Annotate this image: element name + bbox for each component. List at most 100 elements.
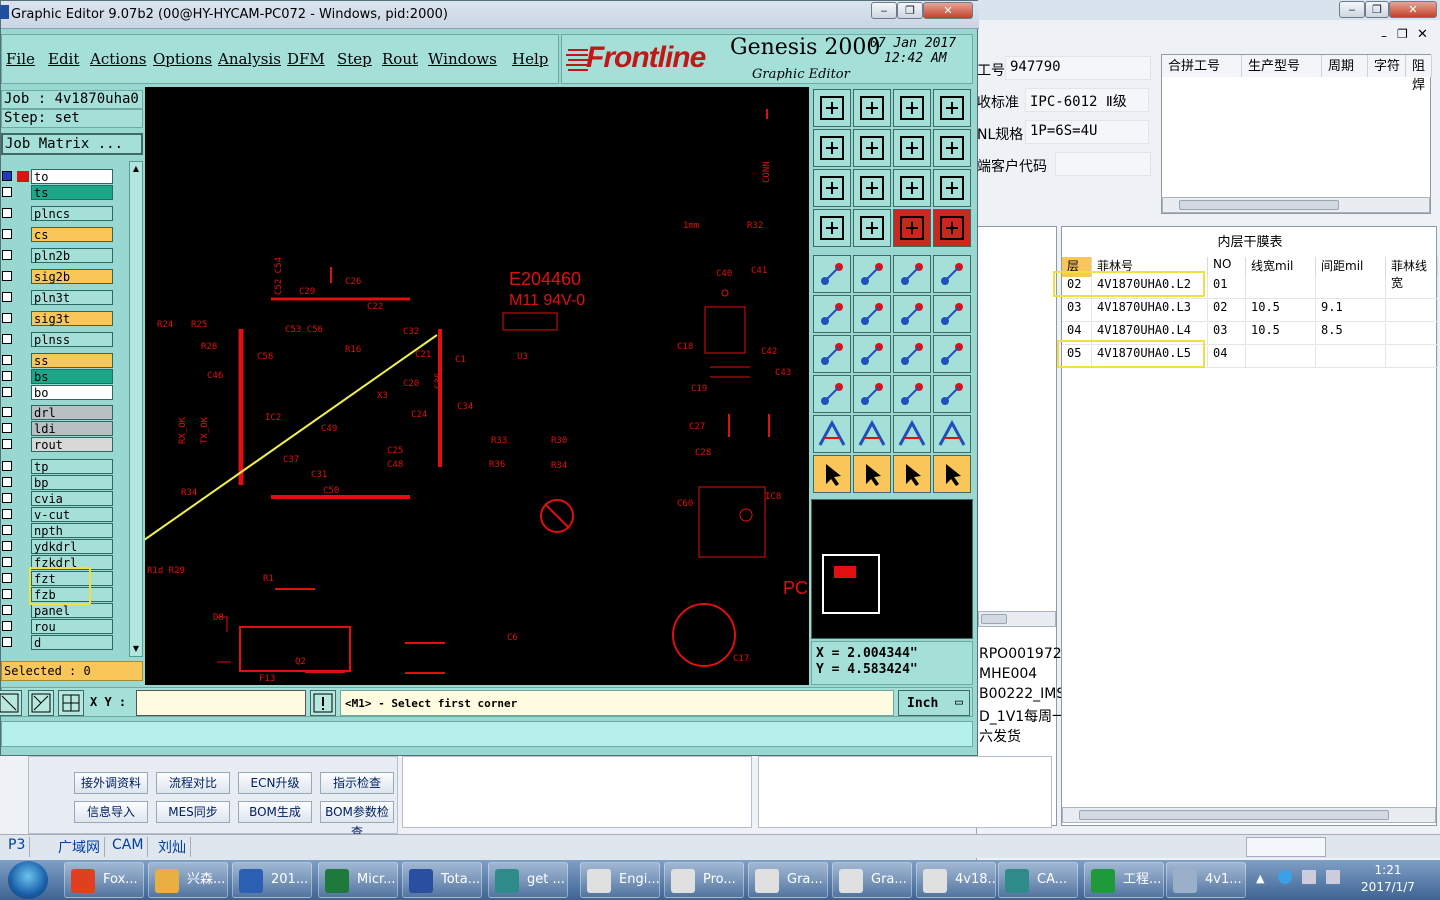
layer-checkbox[interactable] <box>2 313 12 323</box>
layer-name[interactable]: bs <box>31 369 113 384</box>
info-button[interactable] <box>310 690 336 716</box>
grid2-header[interactable]: NO <box>1208 257 1246 277</box>
layer-row[interactable]: pln3t <box>1 290 115 305</box>
layer-checkbox[interactable] <box>2 477 12 487</box>
job-no-field[interactable]: 947790 <box>1005 56 1151 80</box>
layer-row[interactable]: ldi <box>1 421 115 436</box>
netlist-tool-button[interactable] <box>933 209 971 247</box>
layer-name[interactable]: plnss <box>31 332 113 347</box>
group-tool-button[interactable] <box>933 375 971 413</box>
layer-name[interactable]: cvia <box>31 491 113 506</box>
taskbar-task[interactable]: CA... <box>998 862 1078 898</box>
layer-row[interactable]: sig3t <box>1 311 115 326</box>
taskbar-task[interactable]: 201... <box>232 862 312 898</box>
layer-row[interactable]: ydkdrl <box>1 539 115 554</box>
layer-row[interactable]: cvia <box>1 491 115 506</box>
layer-row[interactable]: bo <box>1 385 115 400</box>
taskbar-task[interactable]: Pro... <box>664 862 744 898</box>
taskbar-task[interactable]: 4v18... <box>916 862 996 898</box>
graphics-canvas[interactable]: R32 1mm CONN C26 C29 C22 C32 C21 C1 U3 R… <box>145 87 809 685</box>
instruction-check-button[interactable]: 指示检查 <box>320 772 394 794</box>
layer-name[interactable]: sig2b <box>31 269 113 284</box>
taskbar-task[interactable]: get ... <box>488 862 568 898</box>
grid1-header[interactable]: 生产型号 <box>1242 55 1322 77</box>
menu-dfm[interactable]: DFM <box>287 50 325 68</box>
layer-name[interactable]: bo <box>31 385 113 400</box>
bg-minimize-button[interactable]: ‒ <box>1339 1 1365 18</box>
grid1-scroll-thumb[interactable] <box>1179 200 1339 210</box>
layer-row[interactable]: plnss <box>1 332 115 347</box>
taskbar-task[interactable]: Engi... <box>580 862 660 898</box>
start-button[interactable] <box>8 861 48 899</box>
layer-row[interactable]: npth <box>1 523 115 538</box>
layer-checkbox[interactable] <box>2 229 12 239</box>
arrow-up-tool-button[interactable] <box>853 415 891 453</box>
redraw-tool-button[interactable] <box>933 129 971 167</box>
menu-rout[interactable]: Rout <box>382 50 418 68</box>
step-out-tool-button[interactable] <box>853 129 891 167</box>
grid2-header[interactable]: 线宽mil <box>1246 257 1316 277</box>
layer-checkbox[interactable] <box>2 621 12 631</box>
layer-row[interactable]: d <box>1 635 115 650</box>
taskbar-task[interactable]: Gra... <box>748 862 828 898</box>
scroll-down-icon[interactable]: ▼ <box>131 644 141 654</box>
triangle-tool-button[interactable] <box>813 415 851 453</box>
taskbar-task[interactable]: Tota... <box>402 862 482 898</box>
flow-compare-button[interactable]: 流程对比 <box>156 772 230 794</box>
layer-name[interactable]: npth <box>31 523 113 538</box>
scroll-up-icon[interactable]: ▲ <box>131 164 141 174</box>
layer-name[interactable]: rou <box>31 619 113 634</box>
taskbar-task[interactable]: Micr... <box>318 862 398 898</box>
snap-grid-button[interactable] <box>28 690 54 716</box>
layer-checkbox[interactable] <box>2 271 12 281</box>
fetch-external-button[interactable]: 接外调资料 <box>74 772 148 794</box>
left-scroll-thumb[interactable] <box>981 614 1007 624</box>
grid-tool-button[interactable] <box>853 209 891 247</box>
layer-checkbox[interactable] <box>2 355 12 365</box>
save-tool-button[interactable] <box>853 89 891 127</box>
tray-network-icon[interactable] <box>1302 870 1316 884</box>
layer-name[interactable]: ldi <box>31 421 113 436</box>
layer-name[interactable]: cs <box>31 227 113 242</box>
layer-checkbox[interactable] <box>2 371 12 381</box>
layer-row[interactable]: plncs <box>1 206 115 221</box>
mes-sync-button[interactable]: MES同步 <box>156 801 230 823</box>
info-import-button[interactable]: 信息导入 <box>74 801 148 823</box>
grid2-header[interactable]: 间距mil <box>1316 257 1386 277</box>
panel-spec-field[interactable]: 1P=6S=4U <box>1025 120 1149 144</box>
layer-checkbox[interactable] <box>2 187 12 197</box>
layer-name[interactable]: d <box>31 635 113 650</box>
layer-checkbox[interactable] <box>2 525 12 535</box>
minimize-button[interactable]: ‒ <box>871 2 897 19</box>
layer-checkbox[interactable] <box>2 573 12 583</box>
route-tool-button[interactable] <box>813 295 851 333</box>
ime-indicator[interactable] <box>1246 837 1326 857</box>
grid2-scroll-thumb[interactable] <box>1079 810 1389 820</box>
layer-checkbox[interactable] <box>2 407 12 417</box>
delete-tool-button[interactable] <box>853 295 891 333</box>
taskbar-task[interactable]: 工程... <box>1084 862 1164 898</box>
segment-tool-button[interactable] <box>853 375 891 413</box>
angle-tool-button[interactable] <box>813 335 851 373</box>
layer-checkbox[interactable] <box>2 208 12 218</box>
layer-name[interactable]: ts <box>31 185 113 200</box>
tray-app-icon[interactable] <box>1278 870 1292 884</box>
layer-row[interactable]: ts <box>1 185 115 200</box>
menu-analysis[interactable]: Analysis <box>218 50 281 68</box>
maximize-button[interactable]: ❐ <box>897 2 923 19</box>
layer-row[interactable]: bp <box>1 475 115 490</box>
grid1-header[interactable]: 字符 <box>1368 55 1406 77</box>
layer-name[interactable]: ydkdrl <box>31 539 113 554</box>
layer-checkbox[interactable] <box>2 250 12 260</box>
step-line[interactable]: Step: set <box>1 109 143 128</box>
mdi-restore-button[interactable]: ❐ <box>1397 27 1408 41</box>
layer-checkbox[interactable] <box>2 589 12 599</box>
layer-row[interactable]: drl <box>1 405 115 420</box>
layer-row[interactable]: ss <box>1 353 115 368</box>
mdi-minimize-button[interactable]: – <box>1381 29 1387 43</box>
layer-checkbox[interactable] <box>2 387 12 397</box>
layer-row[interactable]: sig2b <box>1 269 115 284</box>
grid1-header[interactable]: 阻焊 <box>1406 55 1432 93</box>
grid2-hscrollbar[interactable] <box>1062 807 1436 823</box>
select-cross-tool-button[interactable] <box>893 455 931 493</box>
